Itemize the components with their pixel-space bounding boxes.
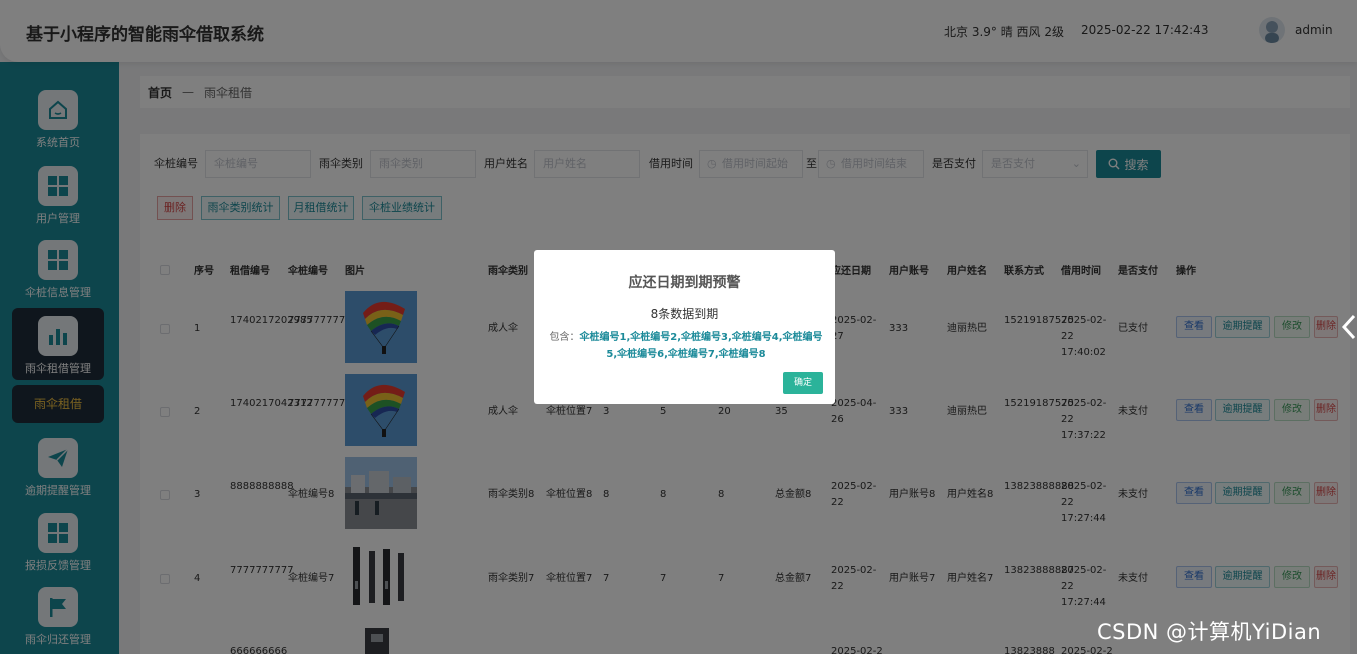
- dialog-due-items: 伞桩编号1,伞桩编号2,伞桩编号3,伞桩编号4,伞桩编号5,伞桩编号6,伞桩编号…: [579, 332, 823, 360]
- dialog-subtitle: 8条数据到期: [650, 307, 719, 321]
- collapse-chevron-icon[interactable]: [1338, 312, 1357, 342]
- dialog-body: 包含：伞桩编号1,伞桩编号2,伞桩编号3,伞桩编号4,伞桩编号5,伞桩编号6,伞…: [548, 329, 824, 363]
- watermark-text: CSDN @计算机YiDian: [1097, 620, 1322, 644]
- dialog-body-prefix: 包含：: [549, 332, 580, 343]
- confirm-button[interactable]: 确定: [783, 372, 823, 394]
- due-warning-dialog: 应还日期到期预警 8条数据到期 包含：伞桩编号1,伞桩编号2,伞桩编号3,伞桩编…: [534, 250, 835, 404]
- dialog-title: 应还日期到期预警: [628, 275, 741, 291]
